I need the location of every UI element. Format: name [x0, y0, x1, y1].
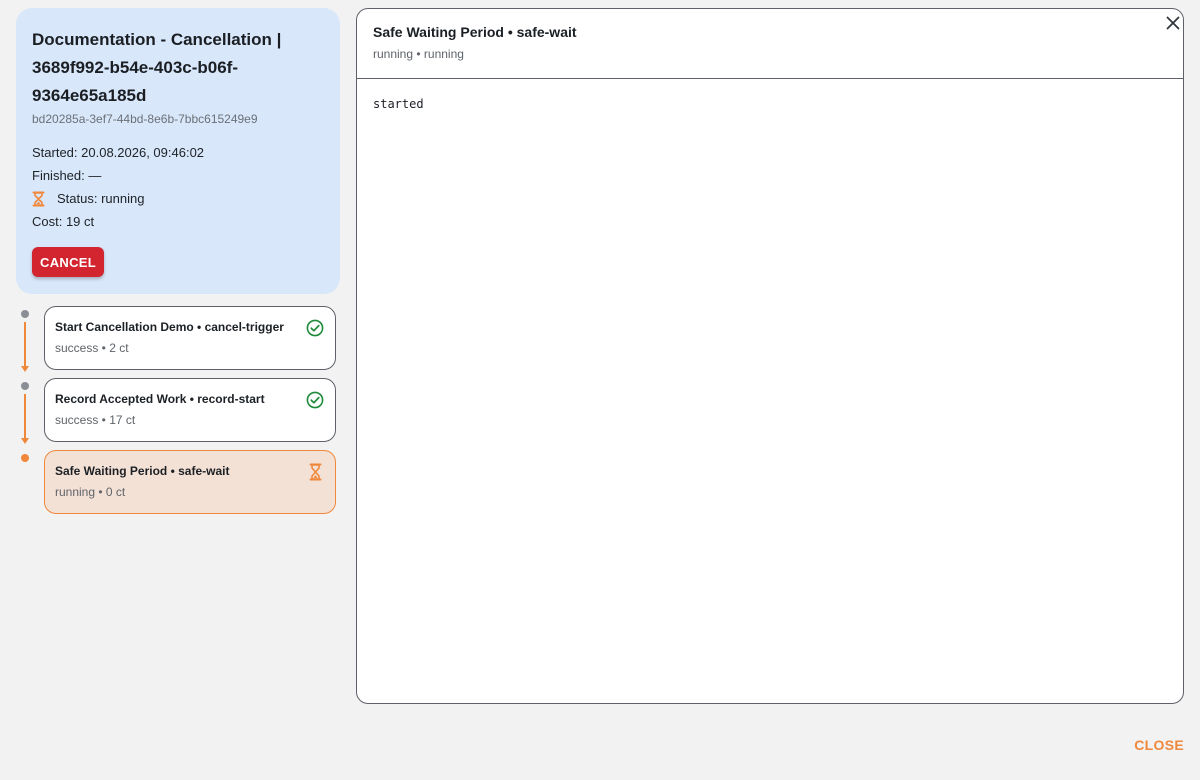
close-button[interactable]: CLOSE [1118, 733, 1184, 757]
finished-row: Finished: — [32, 164, 324, 187]
step-name: Safe Waiting Period • safe-wait [55, 464, 230, 478]
hourglass-icon [309, 463, 322, 481]
run-summary-card: Documentation - Cancellation | 3689f992-… [16, 8, 340, 294]
run-meta: Started: 20.08.2026, 09:46:02 Finished: … [32, 141, 324, 233]
finished-text: Finished: — [32, 168, 102, 183]
run-title: Documentation - Cancellation | 3689f992-… [32, 30, 282, 105]
step-card-active[interactable]: Safe Waiting Period • safe-wait running … [44, 450, 336, 514]
detail-subtitle: running • running [373, 47, 464, 61]
timeline-connector [21, 322, 29, 372]
step-card[interactable]: Start Cancellation Demo • cancel-trigger… [44, 306, 336, 370]
step-name: Start Cancellation Demo • cancel-trigger [55, 320, 284, 334]
detail-log: started [373, 97, 424, 111]
timeline-connector [21, 394, 29, 444]
timeline-dot [21, 310, 29, 318]
step-name: Record Accepted Work • record-start [55, 392, 265, 406]
check-circle-icon [306, 391, 324, 409]
timeline-dot-active [21, 454, 29, 462]
cost-row: Cost: 19 ct [32, 210, 324, 233]
step-card[interactable]: Record Accepted Work • record-start succ… [44, 378, 336, 442]
step-detail-panel: Safe Waiting Period • safe-wait running … [356, 8, 1184, 704]
detail-title: Safe Waiting Period • safe-wait [373, 24, 577, 40]
step-sub: running • 0 ct [55, 485, 126, 499]
step-sub: success • 17 ct [55, 413, 136, 427]
step-sub: success • 2 ct [55, 341, 129, 355]
check-circle-icon [306, 319, 324, 337]
started-text: Started: 20.08.2026, 09:46:02 [32, 145, 205, 160]
close-icon[interactable] [1164, 14, 1182, 32]
cancel-button[interactable]: CANCEL [32, 247, 104, 277]
hourglass-icon [32, 191, 45, 207]
timeline-dot [21, 382, 29, 390]
status-text: Status: running [57, 191, 145, 206]
status-row: Status: running [32, 187, 324, 210]
cost-text: Cost: 19 ct [32, 214, 95, 229]
detail-header: Safe Waiting Period • safe-wait running … [357, 9, 1183, 79]
started-row: Started: 20.08.2026, 09:46:02 [32, 141, 324, 164]
run-id: bd20285a-3ef7-44bd-8e6b-7bbc615249e9 [32, 112, 258, 126]
